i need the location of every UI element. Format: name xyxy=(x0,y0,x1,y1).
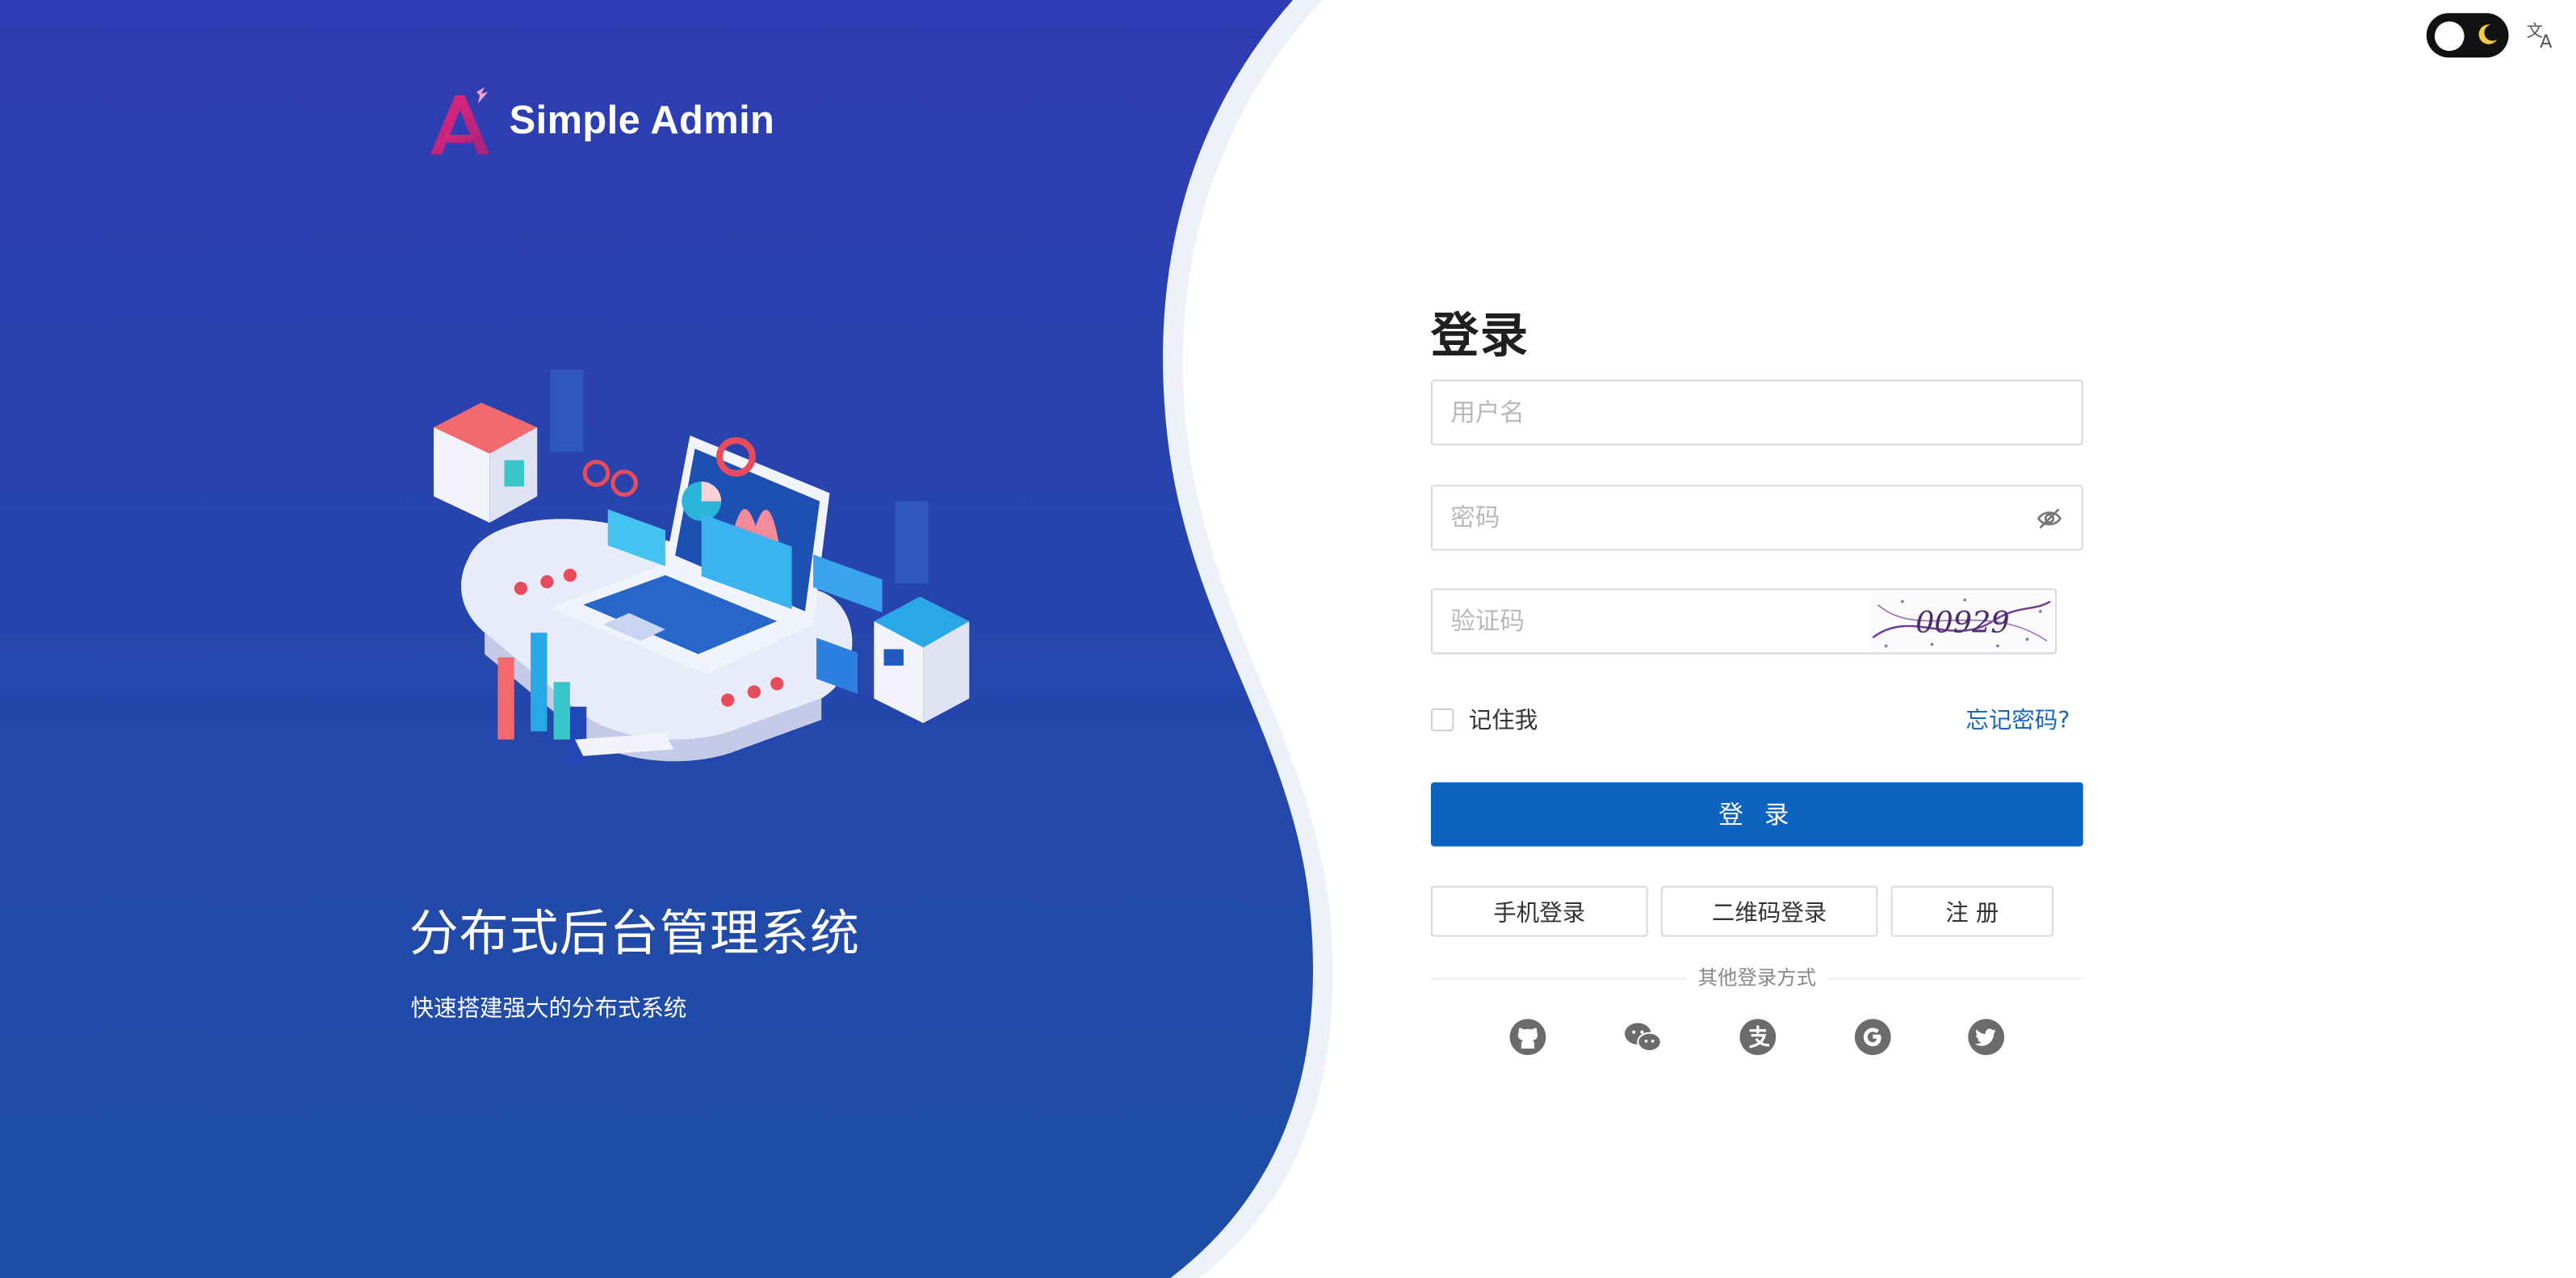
qrcode-login-button[interactable]: 二维码登录 xyxy=(1660,885,1878,937)
translate-icon[interactable]: 文 A xyxy=(2525,18,2558,51)
eye-off-icon[interactable] xyxy=(2036,505,2064,533)
google-icon[interactable] xyxy=(1853,1017,1893,1057)
moon-icon xyxy=(2478,24,2498,44)
dashboard-illustration xyxy=(434,369,970,764)
captcha-image[interactable]: 00929 xyxy=(1869,591,2054,653)
remember-checkbox[interactable] xyxy=(1430,708,1454,732)
remember-label: 记住我 xyxy=(1468,708,1538,735)
username-field[interactable] xyxy=(1430,379,2083,446)
register-button[interactable]: 注 册 xyxy=(1890,885,2054,937)
hero-title: 分布式后台管理系统 xyxy=(409,905,861,964)
login-title: 登录 xyxy=(1430,307,1530,364)
captcha-text: 00929 xyxy=(1915,605,2009,640)
forgot-password-link[interactable]: 忘记密码? xyxy=(1966,704,2070,737)
wechat-icon[interactable] xyxy=(1623,1017,1663,1057)
svg-text:A: A xyxy=(2540,32,2553,51)
other-methods-divider: 其他登录方式 xyxy=(1430,963,2083,993)
password-input[interactable] xyxy=(1432,486,1975,549)
toggle-knob xyxy=(2434,21,2465,52)
login-button[interactable]: 登 录 xyxy=(1430,782,2083,847)
remember-me[interactable]: 记住我 xyxy=(1430,704,1538,737)
brand: Simple Admin xyxy=(427,86,774,158)
dark-mode-toggle[interactable] xyxy=(2426,13,2509,58)
background-panel xyxy=(0,0,1333,1278)
other-methods-label: 其他登录方式 xyxy=(1686,966,1828,990)
password-field[interactable] xyxy=(1430,485,2083,551)
username-input[interactable] xyxy=(1432,380,1975,444)
login-page: Simple Admin 分布式后台管理系统 快速搭建强大的分布式系统 文 A … xyxy=(0,0,2576,1278)
brand-name: Simple Admin xyxy=(509,99,775,143)
alipay-icon[interactable] xyxy=(1738,1017,1777,1057)
captcha-field[interactable]: 00929 xyxy=(1430,588,2058,654)
hero-subtitle: 快速搭建强大的分布式系统 xyxy=(410,995,687,1023)
twitter-icon[interactable] xyxy=(1966,1017,2006,1057)
github-icon[interactable] xyxy=(1508,1017,1548,1057)
brand-logo-icon xyxy=(430,86,490,155)
phone-login-button[interactable]: 手机登录 xyxy=(1430,885,1648,937)
